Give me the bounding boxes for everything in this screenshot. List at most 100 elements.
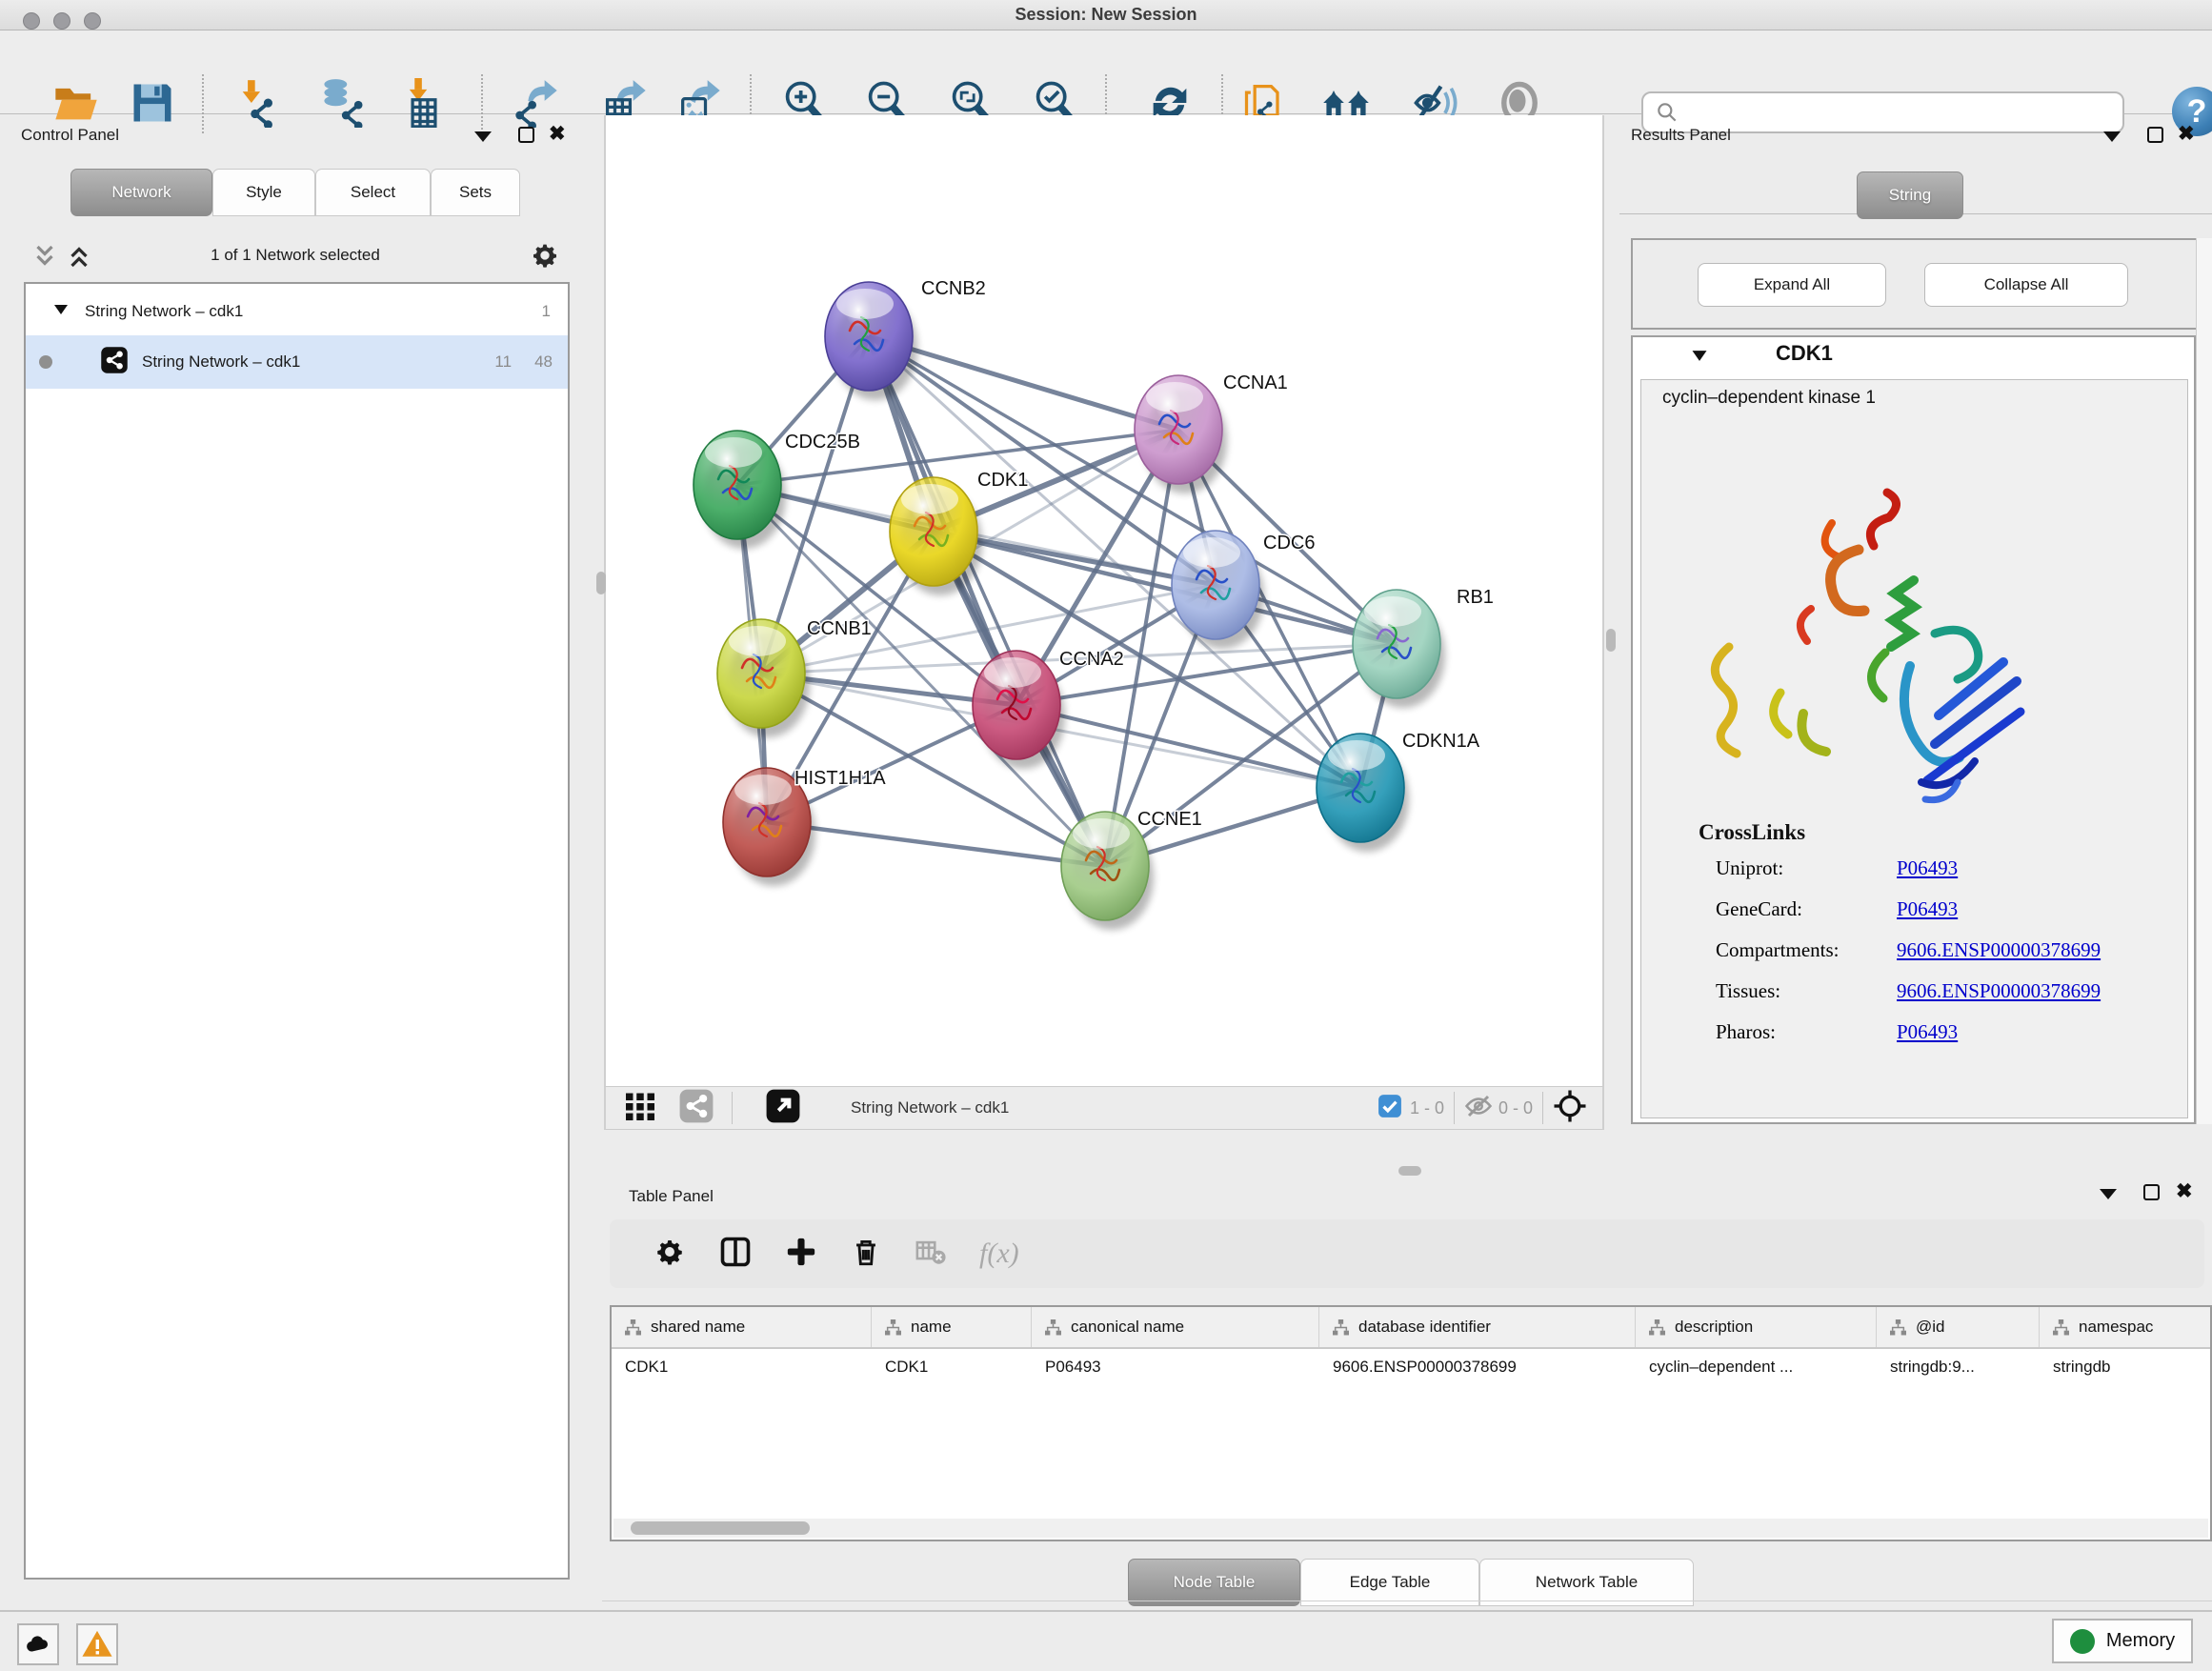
table-panel-float-icon[interactable]	[2100, 1189, 2117, 1199]
column-header-namespac[interactable]: namespac	[2040, 1307, 2212, 1347]
control-panel-float-icon[interactable]	[474, 131, 492, 142]
column-header-canonical-name[interactable]: canonical name	[1032, 1307, 1319, 1347]
network-node-hist1h1a[interactable]: HIST1H1A	[723, 768, 886, 886]
grid-view-icon[interactable]	[623, 1089, 657, 1128]
network-edge[interactable]	[869, 336, 1105, 866]
selected-node-edge-count: 1 - 0	[1410, 1098, 1444, 1118]
tab-network[interactable]: Network	[70, 169, 212, 216]
status-bar: Memory	[0, 1610, 2212, 1671]
tab-style[interactable]: Style	[212, 169, 315, 216]
function-builder-icon: f(x)	[979, 1238, 1019, 1270]
crosslinks-list: Uniprot:P06493GeneCard:P06493Compartment…	[1716, 856, 2173, 1061]
table-settings-gear-icon[interactable]	[654, 1236, 686, 1273]
right-splitter-handle[interactable]	[1606, 629, 1616, 652]
collapse-all-button[interactable]: Collapse All	[1924, 263, 2128, 307]
node-table[interactable]: shared namenamecanonical namedatabase id…	[610, 1305, 2212, 1541]
crosslink-link[interactable]: 9606.ENSP00000378699	[1897, 979, 2101, 1003]
network-row-selected[interactable]: String Network – cdk1 11 48	[26, 335, 568, 389]
network-node-ccnb2[interactable]: CCNB2	[825, 278, 986, 400]
tab-select[interactable]: Select	[315, 169, 431, 216]
crosslink-row: GeneCard:P06493	[1716, 897, 2173, 921]
network-node-cdkn1a[interactable]: CDKN1A	[1317, 731, 1480, 852]
crosslink-link[interactable]: P06493	[1897, 856, 1958, 880]
crosslink-label: Tissues:	[1716, 979, 1897, 1003]
control-panel-maximize-icon[interactable]	[518, 127, 534, 143]
results-panel-title: Results Panel	[1631, 126, 1731, 144]
network-node-rb1[interactable]: RB1	[1353, 587, 1494, 708]
table-panel: Table Panel ✖ f(x) shared namenamecanoni…	[602, 1181, 2212, 1610]
node-label-ccnb2: CCNB2	[921, 278, 986, 299]
results-entry-box: CDK1 cyclin–dependent kinase 1	[1631, 335, 2196, 1124]
detach-view-icon[interactable]	[765, 1088, 801, 1129]
results-panel-maximize-icon[interactable]	[2147, 127, 2163, 143]
birds-eye-view-icon[interactable]	[678, 1088, 714, 1129]
column-header-description[interactable]: description	[1636, 1307, 1877, 1347]
show-column-icon[interactable]	[718, 1235, 753, 1274]
crosslink-link[interactable]: 9606.ENSP00000378699	[1897, 938, 2101, 962]
cloud-icon	[24, 1630, 52, 1659]
tab-sets[interactable]: Sets	[431, 169, 520, 216]
column-header-database-identifier[interactable]: database identifier	[1319, 1307, 1636, 1347]
left-splitter-handle[interactable]	[596, 572, 606, 594]
crosslink-link[interactable]: P06493	[1897, 1020, 1958, 1044]
fit-selected-crosshair-icon[interactable]	[1553, 1089, 1587, 1128]
network-collection-row[interactable]: String Network – cdk1 1	[26, 288, 568, 335]
column-header-shared-name[interactable]: shared name	[612, 1307, 872, 1347]
network-node-ccna2[interactable]: CCNA2	[973, 649, 1124, 769]
table-cell: CDK1	[612, 1349, 872, 1385]
expand-all-networks-icon[interactable]	[67, 242, 91, 275]
selected-checkbox-icon[interactable]	[1377, 1094, 1402, 1123]
collapse-all-networks-icon[interactable]	[32, 242, 57, 275]
warning-icon	[81, 1628, 113, 1661]
entry-description: cyclin–dependent kinase 1	[1662, 388, 1876, 409]
crosslink-label: Pharos:	[1716, 1020, 1897, 1044]
control-panel-close-icon[interactable]: ✖	[549, 126, 566, 142]
crosslink-link[interactable]: P06493	[1897, 897, 1958, 921]
column-header-@id[interactable]: @id	[1877, 1307, 2040, 1347]
results-panel-float-icon[interactable]	[2103, 131, 2121, 142]
node-label-rb1: RB1	[1457, 587, 1494, 608]
node-label-cdc6: CDC6	[1263, 533, 1315, 554]
results-panel-close-icon[interactable]: ✖	[2178, 126, 2195, 142]
table-cell: 9606.ENSP00000378699	[1319, 1349, 1636, 1385]
results-actions-box: Expand All Collapse All	[1631, 238, 2199, 330]
table-hscroll-thumb[interactable]	[631, 1521, 810, 1535]
bottom-splitter-handle[interactable]	[1398, 1166, 1421, 1176]
table-panel-title: Table Panel	[629, 1187, 714, 1205]
warning-status-button[interactable]	[76, 1623, 118, 1665]
tab-node-table[interactable]: Node Table	[1128, 1559, 1300, 1606]
table-row[interactable]: CDK1CDK1P064939606.ENSP00000378699cyclin…	[612, 1349, 2210, 1385]
crosslink-label: GeneCard:	[1716, 897, 1897, 921]
create-column-icon[interactable]	[785, 1236, 817, 1273]
tree-expander-icon[interactable]	[52, 302, 70, 321]
column-header-name[interactable]: name	[872, 1307, 1032, 1347]
network-type-icon	[100, 346, 129, 379]
network-panel-gear-icon[interactable]	[530, 240, 560, 275]
crosslink-row: Uniprot:P06493	[1716, 856, 2173, 880]
protein-structure-image	[1689, 466, 2051, 828]
network-canvas[interactable]: CCNB2 CCNA1 CDC25B CDK1 CDC6	[604, 115, 1604, 1086]
entry-collapse-icon[interactable]	[1690, 349, 1709, 368]
table-cell: cyclin–dependent ...	[1636, 1349, 1877, 1385]
network-node-cdc6[interactable]: CDC6	[1172, 531, 1315, 649]
network-edge[interactable]	[767, 822, 1105, 866]
network-collection-count: 1	[542, 302, 551, 321]
table-panel-maximize-icon[interactable]	[2143, 1184, 2160, 1200]
results-scrollbar[interactable]	[2196, 238, 2212, 1124]
memory-indicator[interactable]: Memory	[2052, 1619, 2193, 1663]
crosslink-row: Tissues:9606.ENSP00000378699	[1716, 979, 2173, 1003]
tab-string[interactable]: String	[1857, 171, 1963, 219]
network-node-ccne1[interactable]: CCNE1	[1061, 809, 1202, 930]
table-panel-close-icon[interactable]: ✖	[2176, 1183, 2193, 1199]
delete-column-icon[interactable]	[850, 1236, 882, 1273]
network-node-ccna1[interactable]: CCNA1	[1135, 372, 1288, 493]
table-hscrollbar[interactable]	[613, 1519, 2208, 1538]
network-node-cdc25b[interactable]: CDC25B	[694, 431, 860, 549]
expand-all-button[interactable]: Expand All	[1698, 263, 1886, 307]
tab-edge-table[interactable]: Edge Table	[1300, 1559, 1479, 1606]
cloud-status-button[interactable]	[17, 1623, 59, 1665]
network-selection-summary: 1 of 1 Network selected	[105, 246, 486, 265]
node-label-cdc25b: CDC25B	[785, 432, 860, 453]
node-label-ccna1: CCNA1	[1223, 372, 1288, 393]
tab-network-table[interactable]: Network Table	[1479, 1559, 1694, 1606]
